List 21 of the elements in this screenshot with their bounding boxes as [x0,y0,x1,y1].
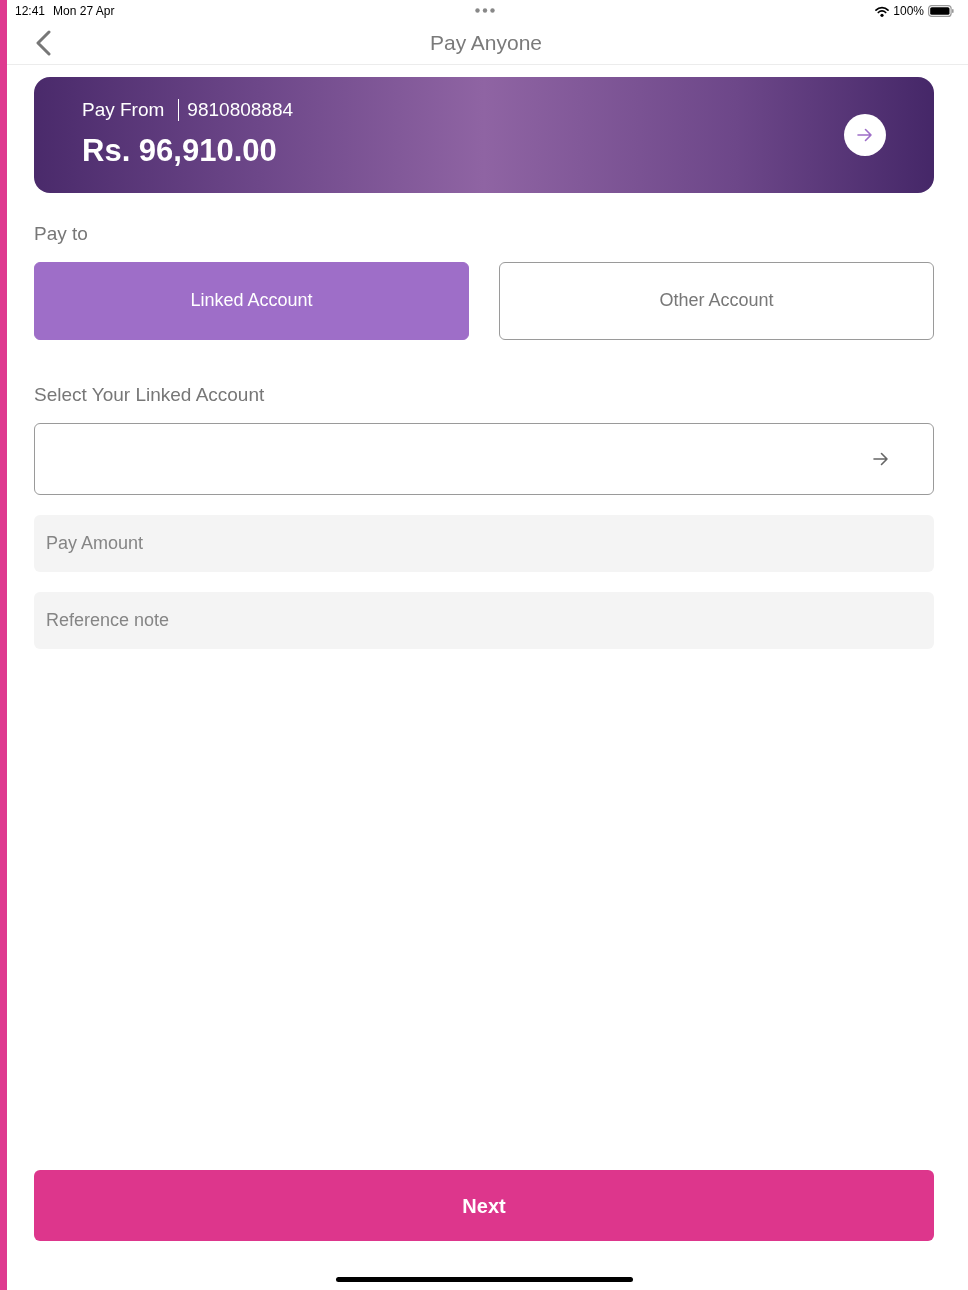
battery-icon [928,5,954,17]
account-balance: Rs. 96,910.00 [82,132,277,170]
pay-from-label: Pay From [82,97,165,122]
arrow-right-icon[interactable] [844,114,886,156]
arrow-right-icon [873,452,889,466]
pay-to-label: Pay to [34,222,88,246]
page-title: Pay Anyone [429,30,543,57]
account-select-field[interactable] [34,423,934,495]
wifi-icon [875,5,890,17]
status-date: Mon 27 Apr [53,3,115,20]
battery-percent: 100% [893,3,924,20]
select-account-label: Select Your Linked Account [34,382,265,407]
next-button[interactable]: Next [34,1170,934,1241]
status-time: 12:41 [15,3,46,20]
account-number: 9810808884 [187,97,294,122]
input-field[interactable]: Pay Amount [34,515,934,572]
back-button[interactable] [34,30,52,56]
more-dots-icon[interactable] [474,8,495,13]
account-type-tab[interactable]: Linked Account [34,261,469,340]
input-field[interactable]: Reference note [34,592,934,649]
account-type-tab[interactable]: Other Account [499,261,934,340]
